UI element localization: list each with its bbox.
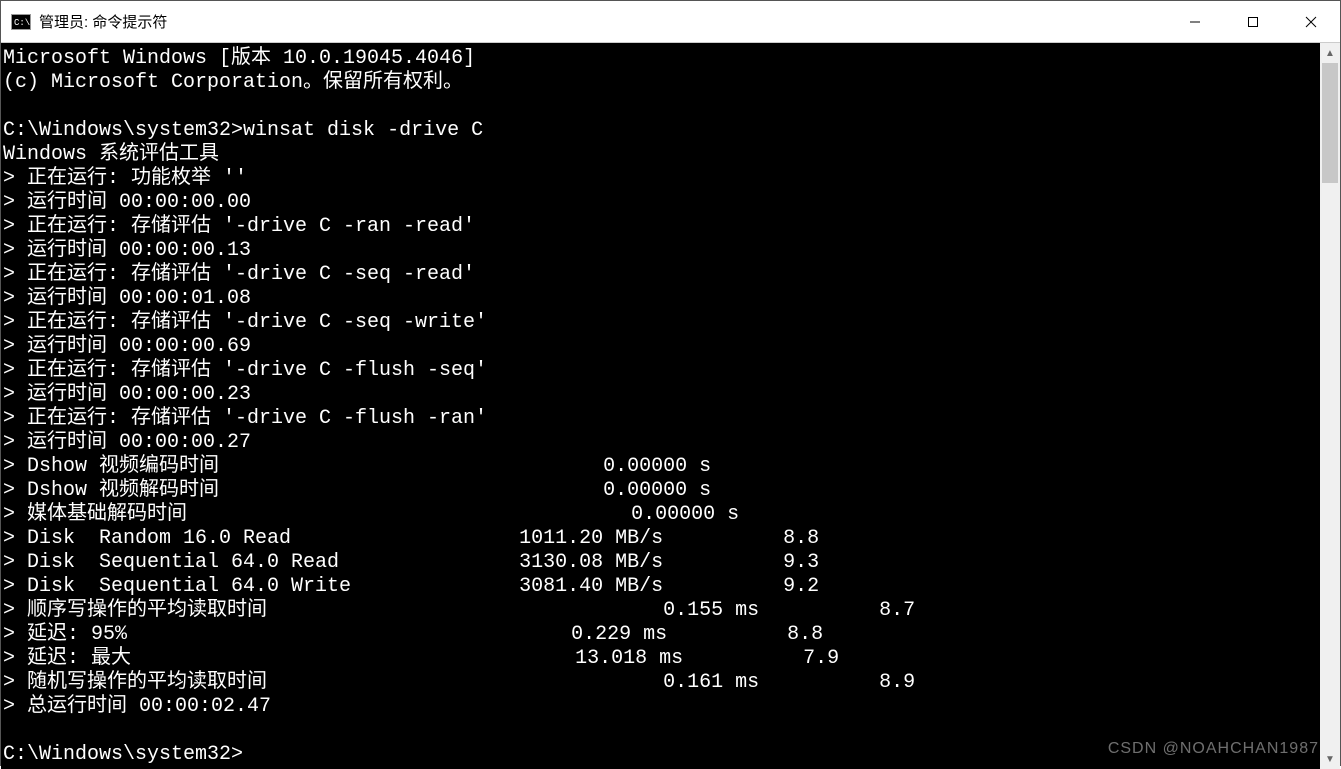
titlebar[interactable]: C:\ 管理员: 命令提示符 (1, 1, 1340, 43)
command-prompt-window: C:\ 管理员: 命令提示符 Microsoft Windows [版本 10.… (0, 0, 1341, 766)
scroll-thumb[interactable] (1322, 63, 1338, 183)
maximize-button[interactable] (1224, 1, 1282, 43)
scroll-down-button[interactable]: ▼ (1320, 749, 1340, 769)
close-button[interactable] (1282, 1, 1340, 43)
terminal-area: Microsoft Windows [版本 10.0.19045.4046] (… (1, 43, 1340, 769)
scroll-up-button[interactable]: ▲ (1320, 43, 1340, 63)
window-title: 管理员: 命令提示符 (39, 11, 167, 32)
vertical-scrollbar[interactable]: ▲ ▼ (1320, 43, 1340, 769)
cmd-icon: C:\ (11, 14, 31, 30)
terminal-output[interactable]: Microsoft Windows [版本 10.0.19045.4046] (… (1, 43, 1320, 769)
minimize-button[interactable] (1166, 1, 1224, 43)
